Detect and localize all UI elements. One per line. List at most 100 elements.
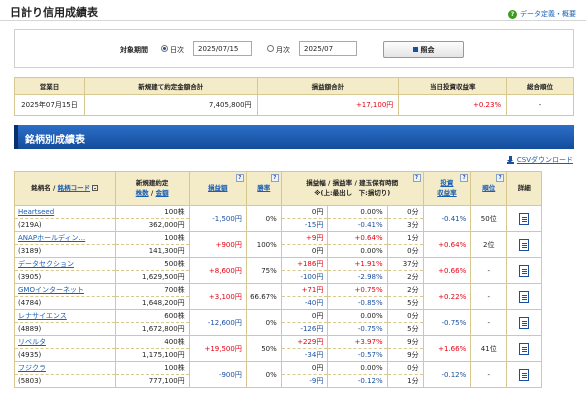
shares-cell: 700株	[114, 283, 190, 297]
yield-cell: +1.66%	[422, 335, 472, 362]
question-icon[interactable]: ?	[270, 174, 279, 182]
stock-results-table: 銘柄名 / 銘柄コード 新規建約定 株数 / 金額 ? 損益額 ? 勝率 ? 損…	[14, 171, 574, 388]
detail-cell[interactable]	[506, 361, 543, 388]
loss-time-cell: 0分	[386, 244, 424, 258]
col-yield-sort-2[interactable]: 収益率	[437, 189, 457, 197]
col-code-sort[interactable]: 銘柄コード	[58, 184, 91, 192]
col-yield-header: ? 投資 収益率	[422, 171, 472, 206]
shares-cell: 100株	[114, 205, 190, 219]
stock-code-cell: (3189)	[14, 244, 116, 258]
stock-name-link[interactable]: データセクション	[18, 260, 74, 268]
col-range-label: 損益幅 / 損益率 / 建玉保有時間	[306, 179, 399, 188]
summary-header: 営業日	[14, 77, 85, 95]
monthly-date-input[interactable]: 2025/07	[299, 41, 357, 56]
monthly-radio[interactable]	[267, 45, 274, 52]
loss-rate-cell: -2.98%	[327, 270, 388, 284]
profit-cell: +8,600円	[188, 257, 247, 284]
gain-time-cell: 0分	[386, 361, 424, 375]
rank-cell: -	[470, 361, 508, 388]
col-contract-header: 新規建約定 株数 / 金額	[114, 171, 190, 206]
csv-download-label[interactable]: CSVダウンロード	[517, 155, 573, 165]
stock-name-cell[interactable]: ANAPホールディン...	[14, 231, 116, 245]
daily-date-input[interactable]: 2025/07/15	[193, 41, 252, 56]
rank-cell: -	[470, 257, 508, 284]
loss-rate-cell: -0.85%	[327, 296, 388, 310]
stock-name-cell[interactable]: GMOインターネット	[14, 283, 116, 297]
detail-icon[interactable]	[519, 342, 530, 355]
detail-cell[interactable]	[506, 309, 543, 336]
amount-cell: 1,175,100円	[114, 348, 190, 362]
stock-name-link[interactable]: レナサイエンス	[18, 312, 67, 320]
stock-code-cell: (4889)	[14, 322, 116, 336]
gain-time-cell: 9分	[386, 335, 424, 349]
stock-name-link[interactable]: Heartseed	[18, 208, 54, 216]
col-amount-sort[interactable]: 金額	[156, 189, 169, 197]
stock-name-cell[interactable]: レナサイエンス	[14, 309, 116, 323]
stock-name-cell[interactable]: リベルタ	[14, 335, 116, 349]
gain-time-cell: 37分	[386, 257, 424, 271]
detail-cell[interactable]	[506, 335, 543, 362]
col-yield-sort[interactable]: 投資	[440, 179, 453, 187]
rank-cell: 2位	[470, 231, 508, 258]
yield-cell: +0.64%	[422, 231, 472, 258]
stock-name-link[interactable]: フジクラ	[18, 364, 46, 372]
question-icon[interactable]: ?	[496, 174, 505, 182]
loss-rate-cell: 0.00%	[327, 244, 388, 258]
detail-cell[interactable]	[506, 231, 543, 258]
detail-cell[interactable]	[506, 283, 543, 310]
summary-profit-total: +17,100円	[256, 94, 400, 116]
detail-icon[interactable]	[519, 290, 530, 303]
yield-cell: -0.75%	[422, 309, 472, 336]
loss-time-cell: 2分	[386, 270, 424, 284]
filter-panel	[14, 29, 574, 68]
shares-cell: 500株	[114, 257, 190, 271]
table-row: Heartseed 100株 -1,500円 0% 0円 0.00% 0分 -0.41% 50位	[14, 205, 574, 232]
question-icon[interactable]: ?	[412, 174, 421, 182]
stock-name-cell[interactable]: フジクラ	[14, 361, 116, 375]
loss-time-cell: 5分	[386, 296, 424, 310]
summary-table: 営業日 新規建て約定金額合計 損益額合計 当日投資収益率 総合順位 2025年0…	[14, 77, 574, 116]
detail-icon[interactable]	[519, 212, 530, 225]
question-icon[interactable]: ?	[235, 174, 244, 182]
loss-rate-cell: -0.41%	[327, 218, 388, 232]
stock-name-cell[interactable]: データセクション	[14, 257, 116, 271]
help-link[interactable]: ? データ定義・概要	[508, 9, 576, 19]
col-profit-sort[interactable]: 損益額	[208, 184, 228, 192]
stock-code-cell: (5803)	[14, 374, 116, 388]
winrate-cell: 66.67%	[245, 283, 282, 310]
col-profit-header: ? 損益額	[188, 171, 247, 206]
search-button[interactable]: 照会	[383, 41, 464, 58]
stock-name-link[interactable]: GMOインターネット	[18, 286, 84, 294]
gain-amount-cell: 0円	[280, 309, 329, 323]
detail-icon[interactable]	[519, 238, 530, 251]
col-shares-sort[interactable]: 株数	[136, 189, 149, 197]
section-header: 銘柄別成績表	[14, 125, 574, 149]
stock-name-link[interactable]: ANAPホールディン...	[18, 234, 85, 242]
detail-icon[interactable]	[519, 264, 530, 277]
stock-name-link[interactable]: リベルタ	[18, 338, 46, 346]
rank-cell: 50位	[470, 205, 508, 232]
summary-header: 新規建て約定金額合計	[83, 77, 258, 95]
detail-cell[interactable]	[506, 257, 543, 284]
question-icon[interactable]: ?	[460, 174, 469, 182]
daily-radio[interactable]	[161, 45, 168, 52]
daily-radio-label[interactable]: 日次	[170, 45, 184, 55]
csv-download-link[interactable]: CSVダウンロード	[506, 155, 573, 165]
stock-name-cell[interactable]: Heartseed	[14, 205, 116, 219]
gain-rate-cell: +3.97%	[327, 335, 388, 349]
col-winrate-sort[interactable]: 勝率	[257, 184, 270, 192]
detail-icon[interactable]	[519, 316, 530, 329]
detail-cell[interactable]	[506, 205, 543, 232]
shares-cell: 600株	[114, 309, 190, 323]
monthly-radio-label[interactable]: 月次	[276, 45, 290, 55]
detail-icon[interactable]	[519, 368, 530, 381]
help-link-label[interactable]: データ定義・概要	[520, 9, 576, 19]
rank-cell: -	[470, 283, 508, 310]
loss-rate-cell: -0.57%	[327, 348, 388, 362]
col-rank-sort[interactable]: 順位	[482, 184, 495, 192]
sort-icon[interactable]	[92, 184, 99, 191]
gain-time-cell: 0分	[386, 309, 424, 323]
col-rank-header: ? 順位	[470, 171, 508, 206]
loss-time-cell: 9分	[386, 348, 424, 362]
col-range-note: ※(上:最出し 下:損切り)	[314, 188, 391, 197]
